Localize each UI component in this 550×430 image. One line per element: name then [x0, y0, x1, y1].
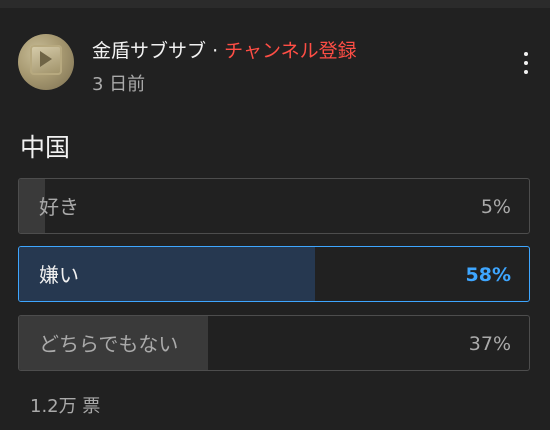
- poll-option-selected[interactable]: 嫌い 58%: [18, 246, 530, 302]
- more-dot: [524, 70, 528, 74]
- post-meta: 金盾サブサブ · チャンネル登録 3 日前: [92, 38, 357, 96]
- poll-option-label: 嫌い: [39, 263, 79, 287]
- more-dot: [524, 52, 528, 56]
- more-vert-icon[interactable]: [524, 52, 528, 74]
- poll-option[interactable]: 好き 5%: [18, 178, 530, 234]
- channel-avatar[interactable]: [18, 34, 74, 90]
- poll-option-label: 好き: [39, 195, 79, 219]
- poll-option-percent: 5%: [480, 196, 511, 218]
- play-icon: [40, 51, 52, 67]
- separator: ·: [212, 40, 219, 62]
- vote-count: 1.2万 票: [30, 396, 101, 417]
- post-timestamp[interactable]: 3 日前: [92, 70, 357, 96]
- poll-option-label: どちらでもない: [39, 332, 179, 356]
- poll-option-percent: 58%: [465, 264, 511, 286]
- poll-option-percent: 37%: [468, 333, 511, 355]
- poll-question: 中国: [20, 133, 71, 162]
- subscribe-link[interactable]: チャンネル登録: [224, 40, 356, 62]
- channel-name[interactable]: 金盾サブサブ: [92, 40, 206, 62]
- top-divider: [0, 0, 550, 8]
- community-post-card: 金盾サブサブ · チャンネル登録 3 日前 中国 好き 5% 嫌い 58% どち…: [0, 8, 550, 430]
- author-line: 金盾サブサブ · チャンネル登録: [92, 38, 357, 64]
- more-dot: [524, 61, 528, 65]
- post-header: 金盾サブサブ · チャンネル登録 3 日前: [18, 34, 357, 96]
- poll-option[interactable]: どちらでもない 37%: [18, 315, 530, 371]
